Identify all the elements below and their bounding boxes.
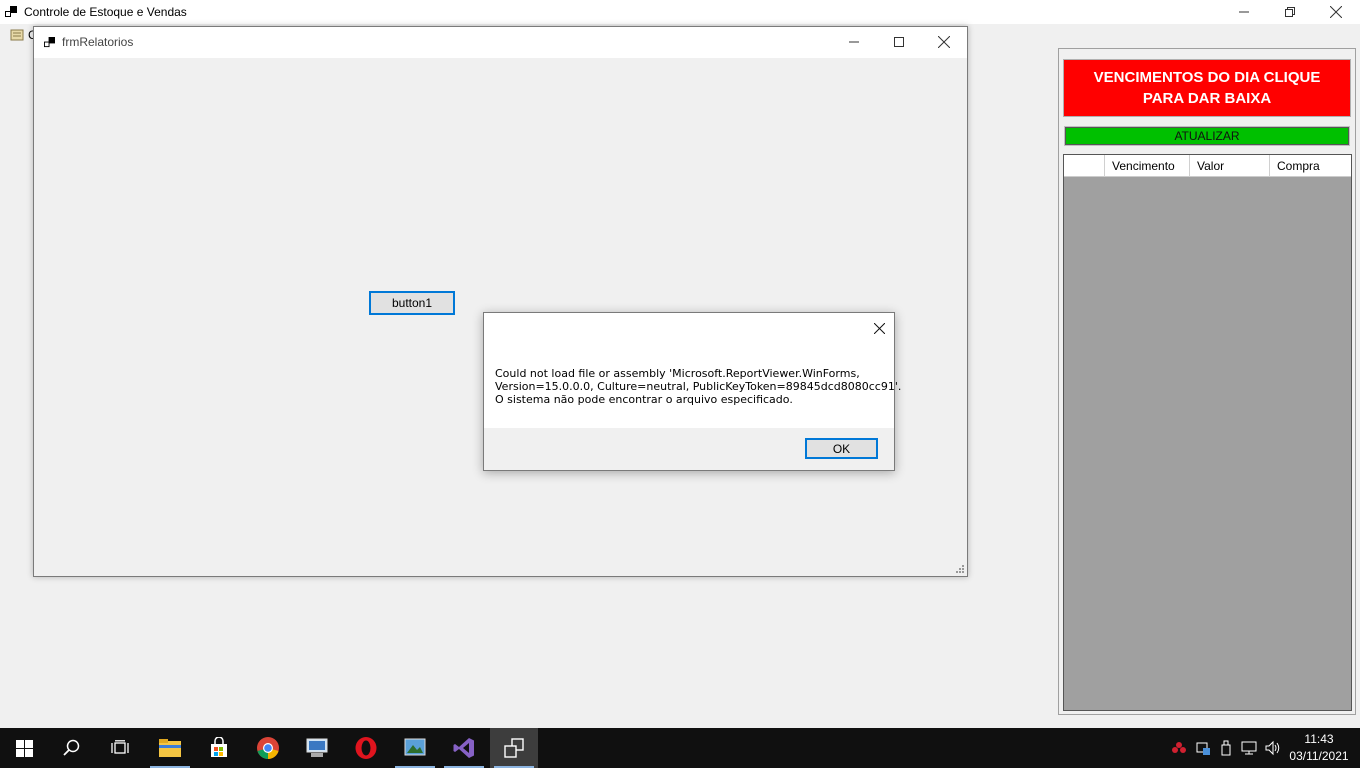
button1[interactable]: button1 <box>369 291 455 315</box>
shield-icon <box>1196 742 1210 755</box>
network-icon <box>1241 741 1257 755</box>
grid-row-header[interactable] <box>1064 155 1105 177</box>
message-close-button[interactable] <box>868 317 890 339</box>
column-header-compra[interactable]: Compra <box>1270 155 1351 177</box>
taskbar-opera[interactable] <box>342 728 390 768</box>
taskbar-microsoft-store[interactable] <box>195 728 243 768</box>
app-window-icon <box>5 6 17 17</box>
store-icon <box>211 737 227 757</box>
main-window-title: Controle de Estoque e Vendas <box>24 5 187 19</box>
clock-date: 03/11/2021 <box>1289 749 1349 763</box>
minimize-icon <box>1239 11 1249 13</box>
due-today-button[interactable]: VENCIMENTOS DO DIA CLIQUE PARA DAR BAIXA <box>1063 59 1351 117</box>
taskbar-running-app[interactable] <box>490 728 538 768</box>
message-footer: OK <box>484 428 894 470</box>
due-dates-grid[interactable]: Vencimento Valor Compra <box>1063 154 1352 711</box>
task-view-icon <box>111 740 129 754</box>
taskbar: 11:43 03/11/2021 <box>0 728 1360 768</box>
tray-app-icon[interactable] <box>1168 728 1190 768</box>
maximize-icon <box>894 37 904 47</box>
child-window-frmrelatorios: frmRelatorios button1 <box>33 26 968 577</box>
message-line: O sistema não pode encontrar o arquivo e… <box>495 393 793 406</box>
taskbar-remote-app[interactable] <box>293 728 341 768</box>
child-minimize-button[interactable] <box>831 27 877 57</box>
restore-icon <box>1285 7 1295 17</box>
search-button[interactable] <box>48 728 96 768</box>
tray-volume-icon[interactable] <box>1262 728 1284 768</box>
visual-studio-icon <box>453 738 474 758</box>
computer-icon <box>306 738 328 757</box>
search-icon <box>63 739 80 756</box>
child-window-title: frmRelatorios <box>62 35 134 49</box>
usb-drive-icon <box>1221 740 1231 756</box>
task-view-button[interactable] <box>96 728 144 768</box>
opera-icon <box>355 737 377 759</box>
ok-button[interactable]: OK <box>805 438 878 459</box>
taskbar-chrome[interactable] <box>244 728 292 768</box>
tray-network-icon[interactable] <box>1238 728 1260 768</box>
close-icon <box>873 322 885 334</box>
restore-button[interactable] <box>1267 0 1313 24</box>
image-viewer-icon <box>404 738 426 756</box>
taskbar-file-explorer[interactable] <box>146 728 194 768</box>
taskbar-clock[interactable]: 11:43 03/11/2021 <box>1284 731 1354 765</box>
chrome-icon <box>257 737 279 759</box>
main-title-bar: Controle de Estoque e Vendas <box>0 0 1360 24</box>
child-maximize-button[interactable] <box>876 27 922 57</box>
start-button[interactable] <box>0 728 48 768</box>
close-button[interactable] <box>1313 0 1359 24</box>
tray-red-icon <box>1172 742 1186 753</box>
message-line: Version=15.0.0.0, Culture=neutral, Publi… <box>495 380 902 393</box>
message-line: Could not load file or assembly 'Microso… <box>495 367 860 380</box>
taskbar-photo-app[interactable] <box>391 728 439 768</box>
volume-icon <box>1265 740 1280 756</box>
message-text: Could not load file or assembly 'Microso… <box>495 367 902 406</box>
folder-icon <box>159 739 181 757</box>
app-window-icon <box>504 738 524 758</box>
close-icon <box>938 36 950 48</box>
menu-folder-icon[interactable] <box>10 28 24 42</box>
grid-header: Vencimento Valor Compra <box>1064 155 1351 177</box>
minimize-button[interactable] <box>1221 0 1267 24</box>
error-message-box: Could not load file or assembly 'Microso… <box>483 312 902 471</box>
windows-logo-icon <box>15 739 33 757</box>
taskbar-visual-studio[interactable] <box>440 728 488 768</box>
clock-time: 11:43 <box>1304 732 1334 746</box>
child-close-button[interactable] <box>921 27 967 57</box>
tray-usb-icon[interactable] <box>1215 728 1237 768</box>
tray-security-icon[interactable] <box>1192 728 1214 768</box>
child-window-icon <box>44 37 55 48</box>
column-header-valor[interactable]: Valor <box>1190 155 1270 177</box>
column-header-vencimento[interactable]: Vencimento <box>1105 155 1190 177</box>
child-title-bar: frmRelatorios <box>34 27 967 58</box>
minimize-icon <box>849 41 859 43</box>
right-panel: VENCIMENTOS DO DIA CLIQUE PARA DAR BAIXA… <box>1058 48 1356 715</box>
refresh-button[interactable]: ATUALIZAR <box>1064 126 1350 146</box>
resize-grip-icon[interactable] <box>955 564 965 574</box>
close-icon <box>1330 6 1342 18</box>
